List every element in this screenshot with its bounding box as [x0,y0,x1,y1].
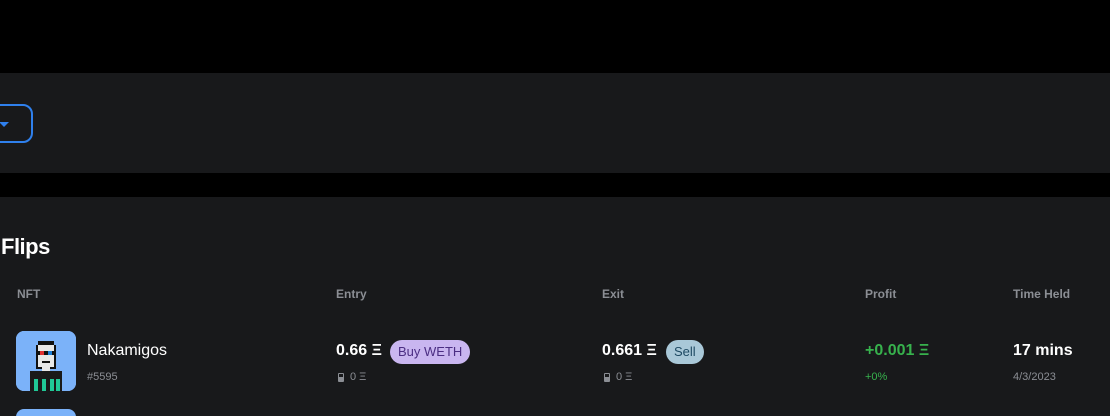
exit-gas-value: 0 Ξ [616,371,633,383]
exit-price: 0.661 Ξ [602,342,657,359]
entry-type-badge: Buy WETH [390,340,471,364]
next-row-avatar[interactable] [16,409,76,416]
gas-pump-icon [338,372,346,382]
flips-panel: Flips NFT Entry Exit Profit Time Held Na… [0,197,1110,416]
exit-type-badge: Sell [666,340,704,364]
pixel-character-image [16,331,76,391]
column-header-time-held: Time Held [1013,287,1071,301]
filter-bar [0,73,1110,173]
column-header-nft: NFT [17,287,41,301]
column-header-profit: Profit [865,287,897,301]
flip-date: 4/3/2023 [1013,371,1056,383]
nft-name[interactable]: Nakamigos [87,342,167,360]
profit-value: +0.001 Ξ [865,342,930,359]
gas-pump-icon [604,372,612,382]
profit-percent: +0% [865,371,888,383]
exit-gas: 0 Ξ [604,371,632,383]
column-header-entry: Entry [336,287,367,301]
filter-dropdown-button[interactable] [0,104,33,143]
nft-token-id: #5595 [87,371,118,383]
entry-price: 0.66 Ξ [336,342,382,359]
caret-down-icon [0,122,9,127]
table-row[interactable]: Nakamigos #5595 0.66 Ξ Buy WETH 0 Ξ 0.66… [0,331,1110,393]
section-title: Flips [1,234,50,259]
time-held-value: 17 mins [1013,342,1073,359]
entry-gas: 0 Ξ [338,371,366,383]
column-header-exit: Exit [602,287,625,301]
entry-gas-value: 0 Ξ [350,371,367,383]
nft-avatar[interactable] [16,331,76,391]
